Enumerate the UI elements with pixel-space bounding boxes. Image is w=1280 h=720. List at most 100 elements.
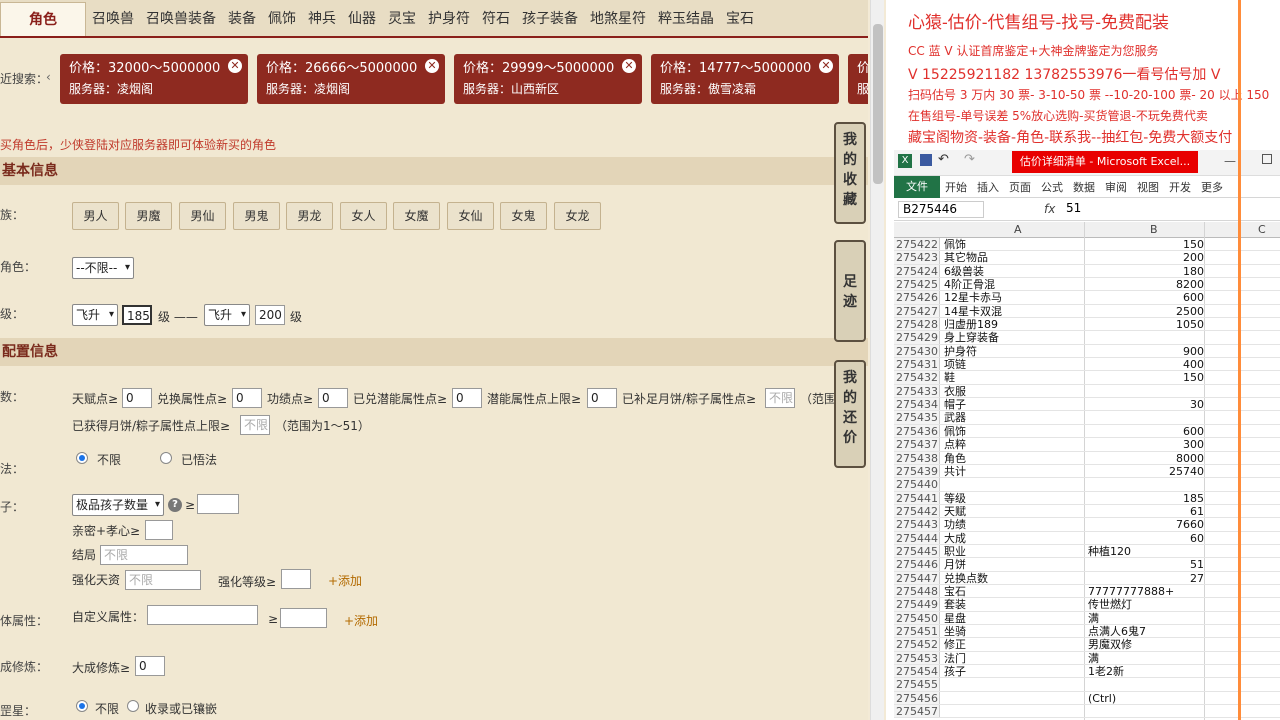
row-number[interactable]: 275437	[894, 438, 940, 451]
cell-b[interactable]: 61	[1088, 505, 1204, 518]
tab-13[interactable]: 宝石	[720, 2, 760, 36]
col-header-c[interactable]: C	[1258, 223, 1266, 236]
cell-b[interactable]: 900	[1088, 345, 1204, 358]
cell-b[interactable]: 27	[1088, 572, 1204, 585]
merit-input[interactable]: 0	[318, 388, 348, 408]
cell-a[interactable]: 星盘	[944, 612, 1084, 625]
row-number[interactable]: 275438	[894, 451, 940, 465]
row-number[interactable]: 275431	[894, 358, 940, 371]
table-row[interactable]: 275428 归虚册189 1050	[894, 318, 1280, 332]
race-button-4[interactable]: 男龙	[286, 202, 333, 230]
table-row[interactable]: 275455	[894, 678, 1280, 692]
cell-a[interactable]: 12星卡赤马	[944, 291, 1084, 304]
cell-b[interactable]: 150	[1088, 371, 1204, 384]
level-from-input[interactable]: 185	[122, 305, 152, 325]
cell-b[interactable]: 满	[1088, 612, 1204, 625]
cell-b[interactable]: 点满人6鬼7	[1088, 625, 1204, 638]
level-to-select[interactable]: 飞升 ▾	[204, 304, 250, 326]
row-number[interactable]: 275451	[894, 624, 940, 638]
race-button-0[interactable]: 男人	[72, 202, 119, 230]
talent-input[interactable]: 0	[122, 388, 152, 408]
cell-b[interactable]: 200	[1088, 251, 1204, 264]
role-select[interactable]: --不限-- ▾	[72, 257, 134, 279]
row-number[interactable]: 275430	[894, 344, 940, 358]
cell-a[interactable]: 身上穿装备	[944, 331, 1084, 344]
row-number[interactable]: 275457	[894, 705, 940, 718]
tab-4[interactable]: 佩饰	[262, 2, 302, 36]
cell-b[interactable]: 25740	[1088, 465, 1204, 478]
row-number[interactable]: 275452	[894, 638, 940, 651]
table-row[interactable]: 275449 套装 传世燃灯	[894, 598, 1280, 612]
cell-b[interactable]: 8200	[1088, 278, 1204, 291]
row-number[interactable]: 275456	[894, 691, 940, 705]
row-number[interactable]: 275449	[894, 598, 940, 611]
table-row[interactable]: 275425 4阶正骨混 8200	[894, 278, 1280, 292]
row-number[interactable]: 275454	[894, 665, 940, 678]
table-row[interactable]: 275436 佩饰 600	[894, 424, 1280, 439]
cell-a[interactable]: 项链	[944, 358, 1084, 371]
cell-a[interactable]: 鞋	[944, 371, 1084, 384]
table-row[interactable]: 275426 12星卡赤马 600	[894, 291, 1280, 305]
cell-a[interactable]: 天赋	[944, 505, 1084, 518]
table-row[interactable]: 275457	[894, 705, 1280, 719]
row-number[interactable]: 275450	[894, 611, 940, 625]
close-icon[interactable]: ✕	[622, 59, 636, 73]
dacheng-input[interactable]: 0	[135, 656, 165, 676]
tab-6[interactable]: 仙器	[342, 2, 382, 36]
cell-a[interactable]: 职业	[944, 545, 1084, 558]
tab-3[interactable]: 装备	[222, 2, 262, 36]
intimacy-input[interactable]	[145, 520, 173, 540]
tab-11[interactable]: 地煞星符	[584, 2, 652, 36]
row-number[interactable]: 275425	[894, 278, 940, 291]
cell-b[interactable]: 60	[1088, 532, 1204, 545]
cell-b[interactable]: 1050	[1088, 318, 1204, 331]
row-number[interactable]: 275436	[894, 424, 940, 438]
cell-b[interactable]: 400	[1088, 358, 1204, 371]
ribbon-tab-7[interactable]: 视图	[1132, 179, 1164, 195]
table-row[interactable]: 275443 功绩 7660	[894, 518, 1280, 532]
tab-12[interactable]: 粹玉结晶	[652, 2, 720, 36]
cell-b[interactable]: 1老2新	[1088, 665, 1204, 678]
row-number[interactable]: 275441	[894, 491, 940, 505]
race-button-7[interactable]: 女仙	[447, 202, 494, 230]
child-count-input[interactable]	[197, 494, 239, 514]
race-button-8[interactable]: 女鬼	[500, 202, 547, 230]
row-number[interactable]: 275423	[894, 251, 940, 264]
cell-b[interactable]: 传世燃灯	[1088, 598, 1204, 611]
ending-input[interactable]: 不限	[100, 545, 188, 565]
cell-a[interactable]: 法门	[944, 652, 1084, 665]
level-from-select[interactable]: 飞升 ▾	[72, 304, 118, 326]
tab-8[interactable]: 护身符	[422, 2, 476, 36]
chips-prev-icon[interactable]: ‹	[46, 70, 51, 84]
table-row[interactable]: 275433 衣服	[894, 384, 1280, 399]
undo-icon[interactable]: ↶	[938, 152, 949, 167]
row-number[interactable]: 275440	[894, 478, 940, 491]
cell-a[interactable]: 月饼	[944, 558, 1084, 571]
tab-1[interactable]: 召唤兽	[86, 2, 140, 36]
row-number[interactable]: 275443	[894, 518, 940, 531]
row-number[interactable]: 275439	[894, 464, 940, 478]
close-icon[interactable]: ✕	[819, 59, 833, 73]
tab-7[interactable]: 灵宝	[382, 2, 422, 36]
favorites-button[interactable]: 我的收藏	[834, 122, 866, 224]
table-row[interactable]: 275430 护身符 900	[894, 344, 1280, 359]
cell-a[interactable]: 佩饰	[944, 238, 1084, 251]
fx-icon[interactable]: fx	[1044, 202, 1055, 216]
ribbon-tab-4[interactable]: 公式	[1036, 179, 1068, 195]
table-row[interactable]: 275444 大成 60	[894, 531, 1280, 545]
race-button-1[interactable]: 男魔	[125, 202, 172, 230]
tab-2[interactable]: 召唤兽装备	[140, 2, 222, 36]
close-icon[interactable]: ✕	[425, 59, 439, 73]
table-row[interactable]: 275441 等级 185	[894, 491, 1280, 505]
cell-a[interactable]: 坐骑	[944, 625, 1084, 638]
help-icon[interactable]: ?	[168, 498, 182, 512]
wufa-radio-all[interactable]	[76, 452, 88, 464]
table-row[interactable]: 275453 法门满	[894, 651, 1280, 665]
cell-a[interactable]: 6级兽装	[944, 265, 1084, 278]
exchange-input[interactable]: 0	[232, 388, 262, 408]
race-button-6[interactable]: 女魔	[393, 202, 440, 230]
child-select[interactable]: 极品孩子数量 ▾	[72, 494, 164, 516]
cell-b[interactable]: 300	[1088, 438, 1204, 451]
table-row[interactable]: 275438 角色 8000	[894, 451, 1280, 465]
star-radio-all[interactable]	[76, 700, 88, 712]
